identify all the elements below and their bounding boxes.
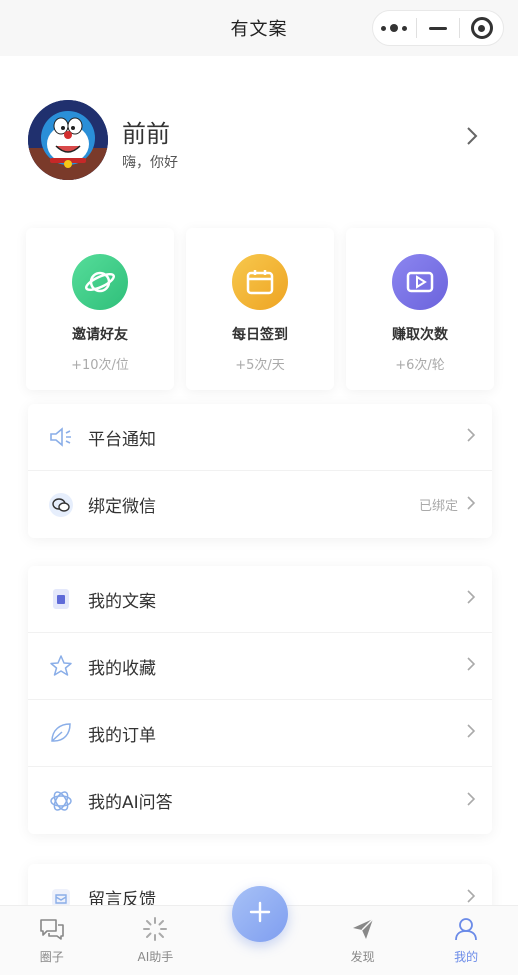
profile-header[interactable]: 前前 嗨，你好	[0, 56, 518, 224]
menu-label: 我的订单	[88, 725, 156, 746]
chevron-right-icon	[466, 656, 476, 676]
menu-item-platform-notice[interactable]: 平台通知	[28, 404, 492, 471]
minus-icon	[429, 26, 447, 30]
document-icon	[48, 586, 74, 612]
chat-bubbles-icon	[38, 916, 66, 946]
menu-label: 平台通知	[88, 429, 156, 450]
card-label: 赚取次数	[392, 327, 448, 343]
chevron-right-icon	[466, 495, 476, 515]
chevron-right-icon	[466, 589, 476, 609]
chevron-right-icon	[466, 427, 476, 447]
tab-mine[interactable]: 我的	[414, 906, 518, 975]
tab-label: 发现	[350, 950, 375, 964]
loading-spinner-icon	[142, 916, 168, 946]
card-value: +6次/轮	[395, 358, 445, 373]
page-title: 有文案	[230, 19, 288, 40]
tab-circle[interactable]: 圈子	[0, 906, 104, 975]
mini-program-capsule	[372, 10, 504, 46]
close-miniprogram-button[interactable]	[460, 11, 503, 45]
menu-item-my-orders[interactable]: 我的订单	[28, 700, 492, 767]
menu-label: 我的AI问答	[88, 793, 173, 813]
invite-friends-card[interactable]: 邀请好友 +10次/位	[26, 228, 174, 390]
stats-cards: 邀请好友 +10次/位 每日签到 +5次/天 赚取次数 +6次/轮	[26, 228, 494, 390]
plus-icon	[248, 900, 272, 928]
target-circle-icon	[470, 17, 493, 39]
tab-label: AI助手	[137, 950, 174, 964]
more-button[interactable]	[373, 11, 416, 45]
earn-times-card[interactable]: 赚取次数 +6次/轮	[346, 228, 494, 390]
menu-item-bind-wechat[interactable]: 绑定微信 已绑定	[28, 471, 492, 538]
leaf-icon	[48, 720, 74, 746]
tab-discover[interactable]: 发现	[311, 906, 415, 975]
nav-bar: 有文案	[0, 0, 518, 56]
menu-item-my-copy[interactable]: 我的文案	[28, 566, 492, 633]
profile-name: 前前	[122, 120, 170, 148]
minimize-button[interactable]	[417, 11, 460, 45]
speaker-icon	[48, 424, 74, 450]
star-icon	[48, 653, 74, 679]
paper-plane-icon	[350, 916, 376, 946]
planet-icon	[72, 254, 128, 310]
daily-checkin-card[interactable]: 每日签到 +5次/天	[186, 228, 334, 390]
card-label: 邀请好友	[72, 327, 128, 343]
wechat-icon	[48, 492, 74, 518]
more-dots-icon	[381, 24, 408, 32]
bind-status-text: 已绑定	[418, 499, 458, 514]
user-icon	[453, 916, 479, 946]
card-value: +5次/天	[235, 358, 285, 373]
menu-group-mine: 我的文案 我的收藏 我的订单 我的AI问答	[28, 566, 492, 834]
chevron-right-icon	[466, 723, 476, 743]
openai-icon	[48, 788, 74, 814]
calendar-icon	[232, 254, 288, 310]
chevron-right-icon	[466, 791, 476, 811]
menu-label: 绑定微信	[88, 497, 156, 517]
tab-label: 我的	[454, 950, 479, 964]
chevron-right-icon	[466, 126, 478, 150]
video-play-icon	[392, 254, 448, 310]
menu-label: 我的文案	[88, 591, 156, 612]
card-value: +10次/位	[71, 358, 129, 373]
page-content: 前前 嗨，你好 邀请好友 +10次/位 每日签到 +5次/天 赚取次数 +6次/…	[0, 56, 518, 975]
tab-ai-assistant[interactable]: AI助手	[104, 906, 208, 975]
menu-group-notify: 平台通知 绑定微信 已绑定	[28, 404, 492, 538]
menu-label: 我的收藏	[88, 658, 156, 679]
menu-item-my-ai-qa[interactable]: 我的AI问答	[28, 767, 492, 834]
card-label: 每日签到	[232, 327, 288, 343]
tab-label: 圈子	[39, 950, 64, 964]
profile-greeting: 嗨，你好	[122, 155, 178, 171]
add-button[interactable]	[232, 886, 288, 942]
menu-item-my-favorites[interactable]: 我的收藏	[28, 633, 492, 700]
avatar[interactable]	[28, 100, 108, 180]
